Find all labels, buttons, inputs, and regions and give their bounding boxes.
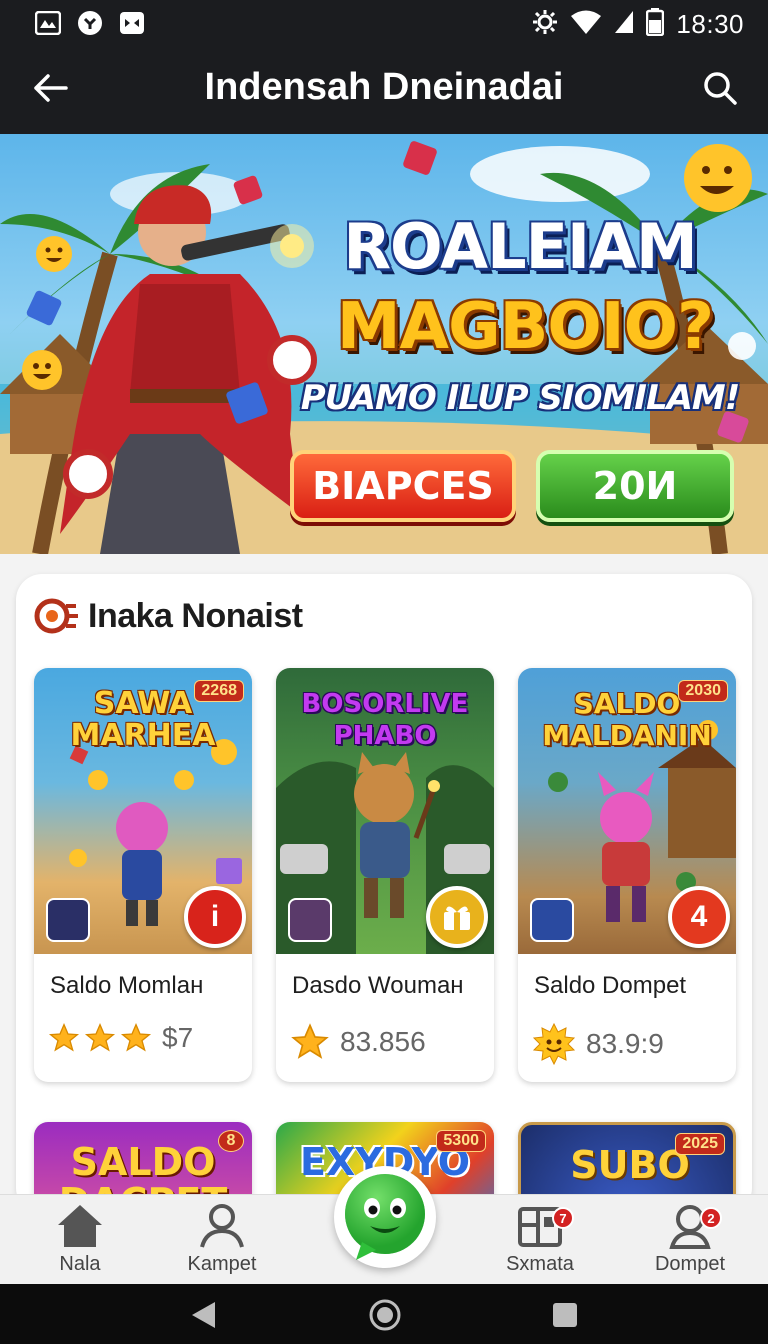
nav-item-sxmata[interactable]: Sxmata 7	[480, 1203, 600, 1283]
search-icon	[704, 72, 737, 105]
game-card-3[interactable]: SALDO MALDANIN 2030 4 Saldo Dompet 83.9:…	[518, 668, 736, 1082]
game-cover-art: SAWA MARHEA 2268 i	[34, 668, 252, 954]
game-thumbnail	[288, 898, 332, 942]
section-header: Inaka Nonaist	[34, 596, 303, 636]
gift-icon[interactable]	[426, 886, 488, 948]
game-badge: 2025	[675, 1133, 725, 1155]
star-icon	[84, 1022, 116, 1052]
game-cover-art: SALDO MALDANIN 2030 4	[518, 668, 736, 954]
game-name: Dasdo Woumaн	[292, 972, 464, 999]
banner-headline-line-1: ROALEIAM	[343, 210, 697, 283]
game-badge: 8	[218, 1130, 244, 1152]
game-rating-value: 83.9:9	[586, 1028, 664, 1059]
game-section-card: Inaka Nonaist SAWA MARHEA 2268 i Saldo M…	[16, 574, 752, 1194]
game-card-2[interactable]: BOSORLIVE PHABO Dasdo Woumaн 83.856	[276, 668, 494, 1082]
game-art-title: SALDO DACPET	[59, 1140, 228, 1194]
settings-icon	[532, 9, 558, 40]
game-card-6[interactable]: SUBO 2025	[518, 1122, 736, 1194]
game-name: Saldo Momlaн	[50, 972, 204, 999]
banner-secondary-button[interactable]: 20И	[536, 450, 734, 522]
home-circle-icon[interactable]	[368, 1298, 402, 1332]
game-art-title: BOSORLIVE PHABO	[301, 689, 469, 751]
game-card-4[interactable]: SALDO DACPET 8	[34, 1122, 252, 1194]
game-badge: 5300	[436, 1130, 486, 1152]
arrow-left-icon	[34, 74, 68, 102]
game-rating-row: $7	[48, 1022, 193, 1054]
nav-item-kampet[interactable]: Kampet	[162, 1203, 282, 1283]
promo-banner[interactable]: ROALEIAM MAGBOIO? PUAMO ILUP SIOMILAM! B…	[0, 134, 768, 554]
game-rating-value: 83.856	[340, 1026, 426, 1057]
content-area[interactable]: Inaka Nonaist SAWA MARHEA 2268 i Saldo M…	[0, 554, 768, 1194]
star-icon	[291, 1023, 329, 1059]
notification-badge: 7	[552, 1207, 574, 1229]
game-thumbnail	[530, 898, 574, 942]
nav-label: Kampet	[187, 1253, 257, 1275]
page-title: Indensah Dneinadai	[204, 66, 564, 108]
nav-label: Dompet	[654, 1253, 726, 1275]
battery-icon	[646, 8, 665, 41]
game-card-1[interactable]: SAWA MARHEA 2268 i Saldo Momlaн $7	[34, 668, 252, 1082]
search-button[interactable]	[696, 64, 744, 112]
signal-icon	[614, 10, 634, 39]
game-name: Saldo Dompet	[534, 972, 687, 999]
game-cover-art: BOSORLIVE PHABO	[276, 668, 494, 954]
wifi-icon	[570, 9, 602, 40]
game-badge: 2030	[678, 680, 728, 702]
system-navigation-bar	[0, 1284, 768, 1344]
game-rating-value: $7	[162, 1022, 194, 1053]
gallery-icon	[34, 10, 62, 36]
nav-label: Sxmata	[506, 1253, 574, 1275]
back-triangle-icon[interactable]	[186, 1298, 220, 1332]
section-title: Inaka Nonaist	[88, 596, 303, 635]
green-chat-mascot-icon	[345, 1174, 425, 1260]
game-badge: 2268	[194, 680, 244, 702]
count-badge-icon[interactable]: 4	[668, 886, 730, 948]
notification-badge: 2	[700, 1207, 722, 1229]
fire-logo-icon	[34, 598, 78, 634]
nav-item-dompet[interactable]: Dompet 2	[630, 1203, 750, 1283]
clock: 18:30	[676, 9, 744, 39]
app-bar: Indensah Dneinadai	[0, 48, 768, 134]
game-rating-row: 83.856	[290, 1022, 426, 1062]
center-action-button[interactable]	[334, 1166, 436, 1268]
home-icon	[58, 1205, 102, 1247]
star-icon	[48, 1022, 80, 1052]
nav-label: Nala	[59, 1253, 101, 1275]
banner-subheadline: PUAMO ILUP SIOMILAM!	[300, 378, 741, 418]
back-button[interactable]	[28, 66, 72, 110]
star-icon	[120, 1022, 152, 1052]
sun-badge-icon	[532, 1022, 576, 1066]
game-rating-row: 83.9:9	[532, 1022, 664, 1066]
notification-dot-icon	[76, 10, 104, 36]
person-icon	[200, 1204, 244, 1248]
nav-item-home[interactable]: Nala	[20, 1203, 140, 1283]
banner-primary-button[interactable]: BIAPCES	[290, 450, 516, 522]
recents-square-icon[interactable]	[548, 1298, 582, 1332]
game-thumbnail	[46, 898, 90, 942]
media-icon	[118, 10, 146, 36]
status-bar: 18:30	[0, 0, 768, 48]
banner-headline-line-2: MAGBOIO?	[336, 290, 714, 364]
info-icon[interactable]: i	[184, 886, 246, 948]
